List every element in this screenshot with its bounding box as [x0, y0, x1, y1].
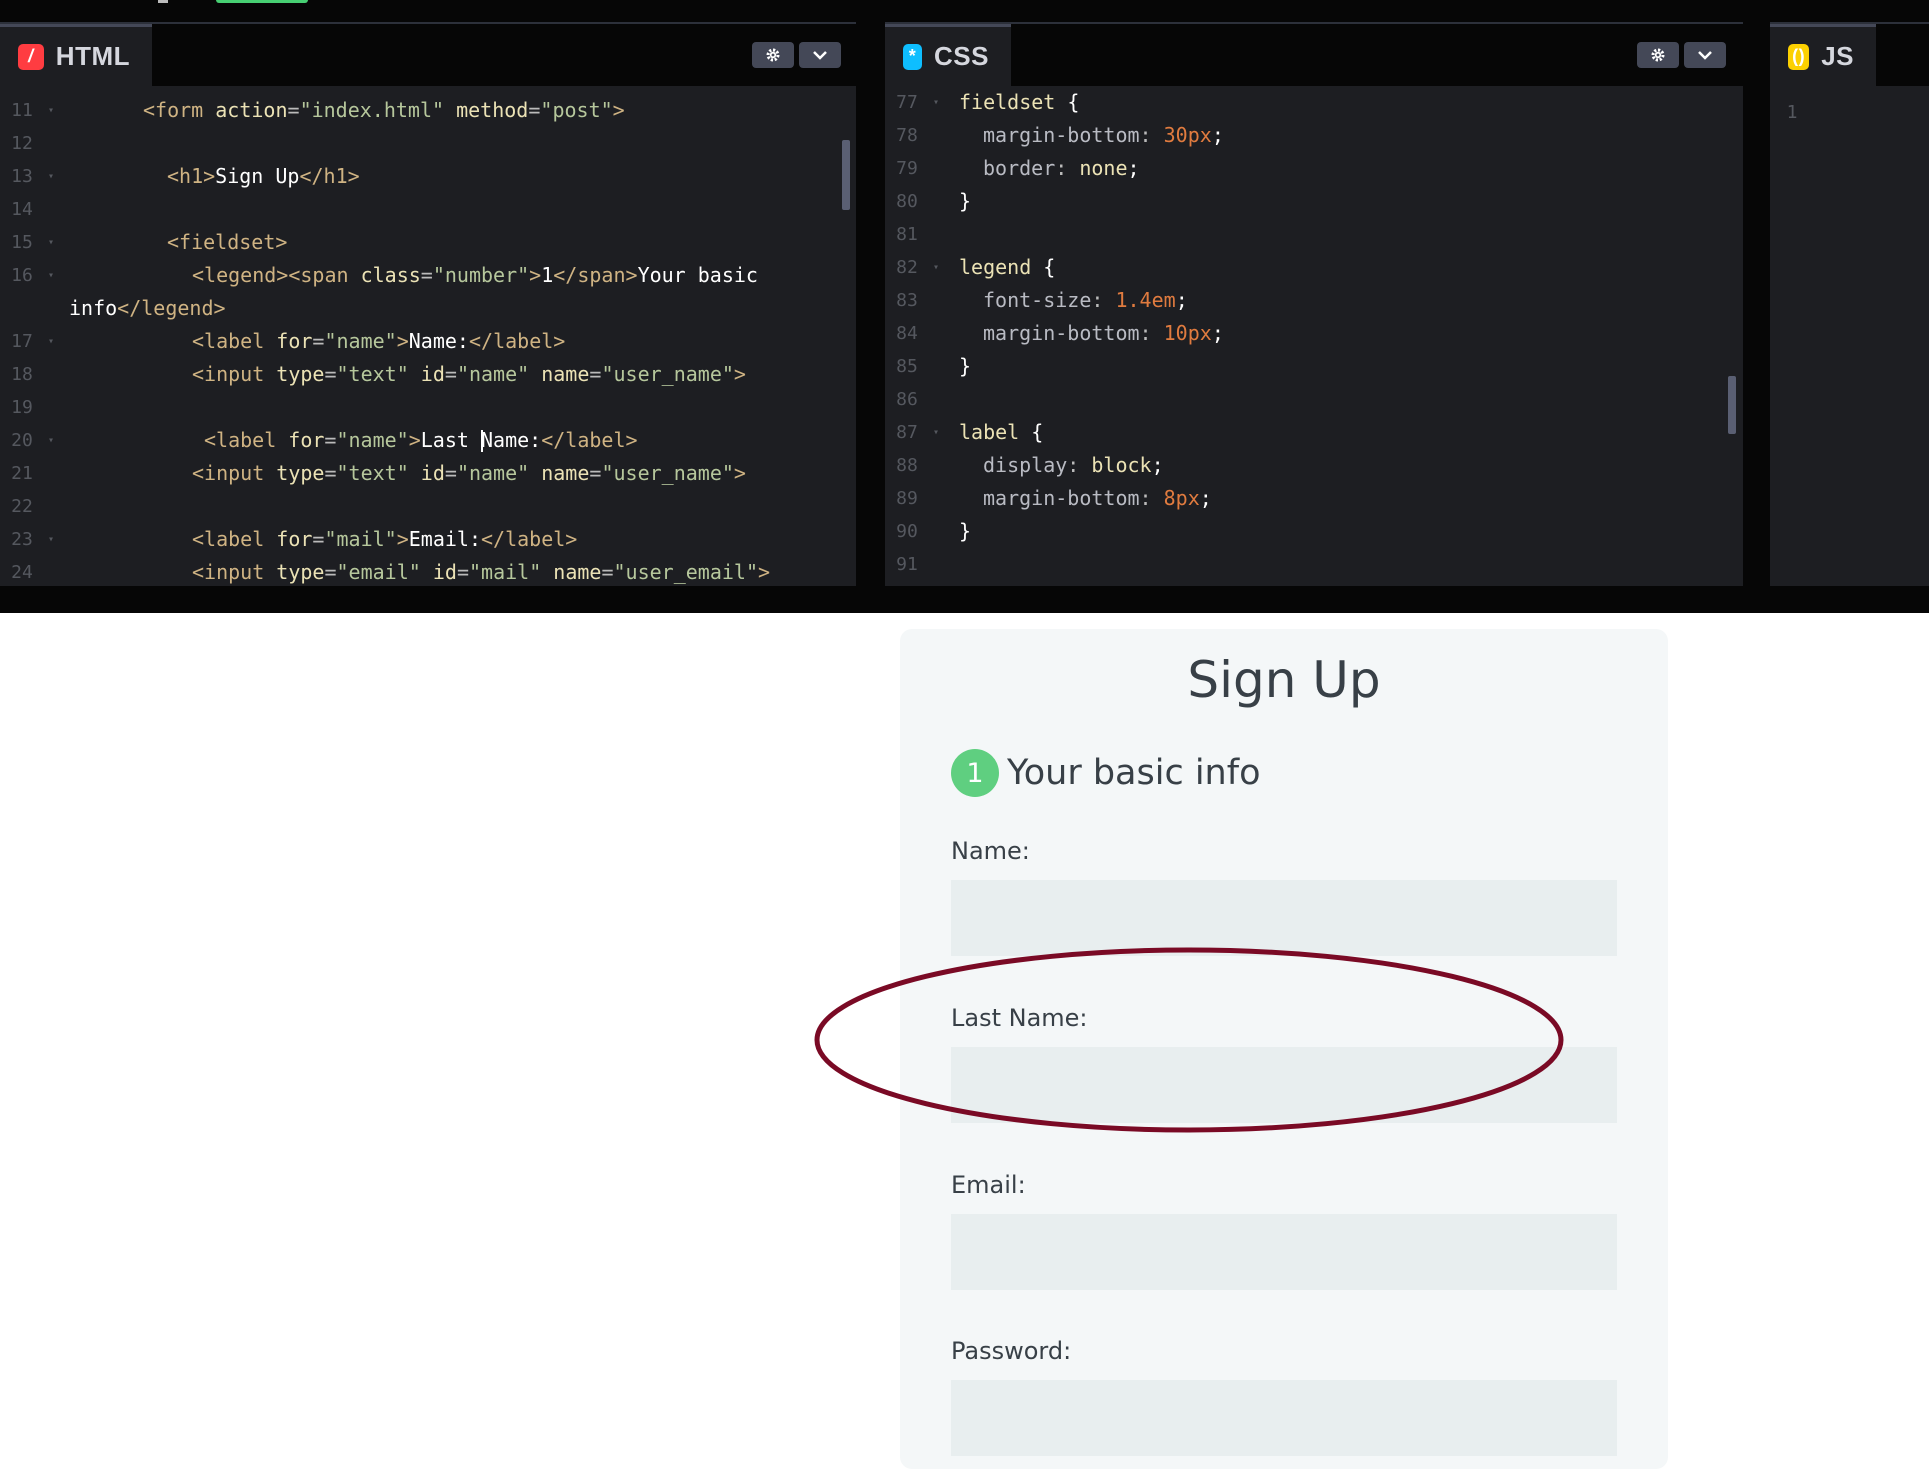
tab-css-label: CSS — [934, 41, 989, 71]
last-name-field[interactable] — [951, 1047, 1617, 1123]
gear-icon — [766, 48, 780, 62]
code-line: } — [959, 519, 972, 543]
line-number: 22 — [0, 490, 856, 523]
toolbar-fragment — [158, 0, 168, 3]
code-line: border: none; — [983, 156, 1140, 180]
step-number-badge: 1 — [951, 749, 999, 797]
line-number-text: 22 — [11, 496, 33, 517]
line-number-text: 91 — [896, 554, 918, 575]
collapse-button[interactable] — [799, 42, 841, 68]
tab-js[interactable]: () JS — [1770, 24, 1876, 86]
line-number-text: 86 — [896, 389, 918, 410]
chevron-down-icon — [813, 51, 827, 60]
tab-html[interactable]: / HTML — [0, 24, 152, 86]
html-scrollbar[interactable] — [842, 140, 850, 210]
css-code[interactable]: 77 ▾ 78 79 80 81 82 ▾ 83 84 85 86 87 ▾ 88 89 90 91 fields… — [885, 86, 1743, 586]
code-line: label { — [959, 420, 1044, 444]
tab-css[interactable]: * CSS — [885, 24, 1011, 86]
code-line: <input type="text" id="name" name="user_… — [192, 362, 746, 386]
code-line: fieldset { — [959, 90, 1080, 114]
code-line: } — [959, 354, 972, 378]
line-number-text: 19 — [11, 397, 33, 418]
gear-icon — [1651, 48, 1665, 62]
line-number: 19 — [0, 391, 856, 424]
code-line: <label for="name">Name:</label> — [192, 329, 566, 353]
line-number-text: 14 — [11, 199, 33, 220]
collapse-button[interactable] — [1684, 42, 1726, 68]
settings-button[interactable] — [752, 42, 794, 68]
save-button[interactable] — [216, 0, 308, 3]
code-line: margin-bottom: 8px; — [983, 486, 1212, 510]
text-cursor — [480, 429, 483, 452]
code-line: <label for="name">Last Name:</label> — [204, 428, 638, 452]
last-name-label: Last Name: — [951, 1004, 1088, 1032]
line-number: 12 — [0, 127, 856, 160]
css-tab-bar: * CSS — [885, 24, 1743, 86]
code-line: font-size: 1.4em; — [983, 288, 1188, 312]
line-number-text: 81 — [896, 224, 918, 245]
page-title: Sign Up — [1187, 651, 1381, 709]
js-editor-panel: () JS 1 — [1770, 22, 1929, 586]
signup-form: Sign Up 1 Your basic info Name: Last Nam… — [900, 629, 1668, 1469]
line-number: 14 — [0, 193, 856, 226]
html-icon: / — [18, 43, 44, 70]
css-icon: * — [903, 43, 923, 70]
js-code[interactable]: 1 — [1770, 86, 1929, 586]
line-number: 1 — [1770, 96, 1929, 129]
chevron-down-icon — [1698, 51, 1712, 60]
code-line: margin-bottom: 30px; — [983, 123, 1224, 147]
name-field[interactable] — [951, 880, 1617, 956]
email-label: Email: — [951, 1171, 1026, 1199]
tab-js-label: JS — [1821, 41, 1854, 71]
code-line: <input type="text" id="name" name="user_… — [192, 461, 746, 485]
code-line: <fieldset> — [167, 230, 288, 254]
line-number-text: 12 — [11, 133, 33, 154]
code-line: } — [959, 189, 972, 213]
js-tab-bar: () JS — [1770, 24, 1929, 86]
code-line: legend { — [959, 255, 1056, 279]
password-label: Password: — [951, 1337, 1072, 1365]
css-editor-panel: * CSS 77 ▾ 78 79 80 81 82 ▾ 83 84 85 86 87 ▾ 88 89 90 91 … — [885, 22, 1743, 586]
password-field[interactable] — [951, 1380, 1617, 1456]
line-number: 86 — [885, 383, 1743, 416]
code-line: <h1>Sign Up</h1> — [167, 164, 360, 188]
code-line: display: block; — [983, 453, 1164, 477]
preview-pane: Sign Up 1 Your basic info Name: Last Nam… — [0, 613, 1929, 1469]
css-scrollbar[interactable] — [1728, 376, 1736, 434]
legend-text: Your basic info — [1007, 753, 1261, 793]
line-number: 91 — [885, 548, 1743, 581]
code-line: <form action="index.html" method="post"> — [143, 98, 625, 122]
html-editor-panel: / HTML 11 ▾ 12 13 ▾ 14 15 ▾ 16 ▾ 17 ▾ 18 19 20 ▾ 21 22 23 ▾… — [0, 22, 856, 586]
tab-html-label: HTML — [55, 41, 130, 71]
code-line: <input type="email" id="mail" name="user… — [192, 560, 771, 584]
fieldset-legend: 1 Your basic info — [951, 749, 1260, 797]
email-field[interactable] — [951, 1214, 1617, 1290]
code-line: margin-bottom: 10px; — [983, 321, 1224, 345]
name-label: Name: — [951, 837, 1030, 865]
code-line: info</legend> — [69, 296, 226, 320]
js-icon: () — [1788, 43, 1810, 70]
html-code[interactable]: 11 ▾ 12 13 ▾ 14 15 ▾ 16 ▾ 17 ▾ 18 19 20 ▾ 21 22 23 ▾ 24 <for… — [0, 86, 856, 586]
line-number: 81 — [885, 218, 1743, 251]
code-line: <legend><span class="number">1</span>You… — [192, 263, 758, 287]
line-number-text: 1 — [1786, 102, 1798, 123]
settings-button[interactable] — [1637, 42, 1679, 68]
html-tab-bar: / HTML — [0, 24, 856, 86]
editor-area: / HTML 11 ▾ 12 13 ▾ 14 15 ▾ 16 ▾ 17 ▾ 18 19 20 ▾ 21 22 23 ▾… — [0, 0, 1929, 613]
code-line: <label for="mail">Email:</label> — [192, 527, 578, 551]
